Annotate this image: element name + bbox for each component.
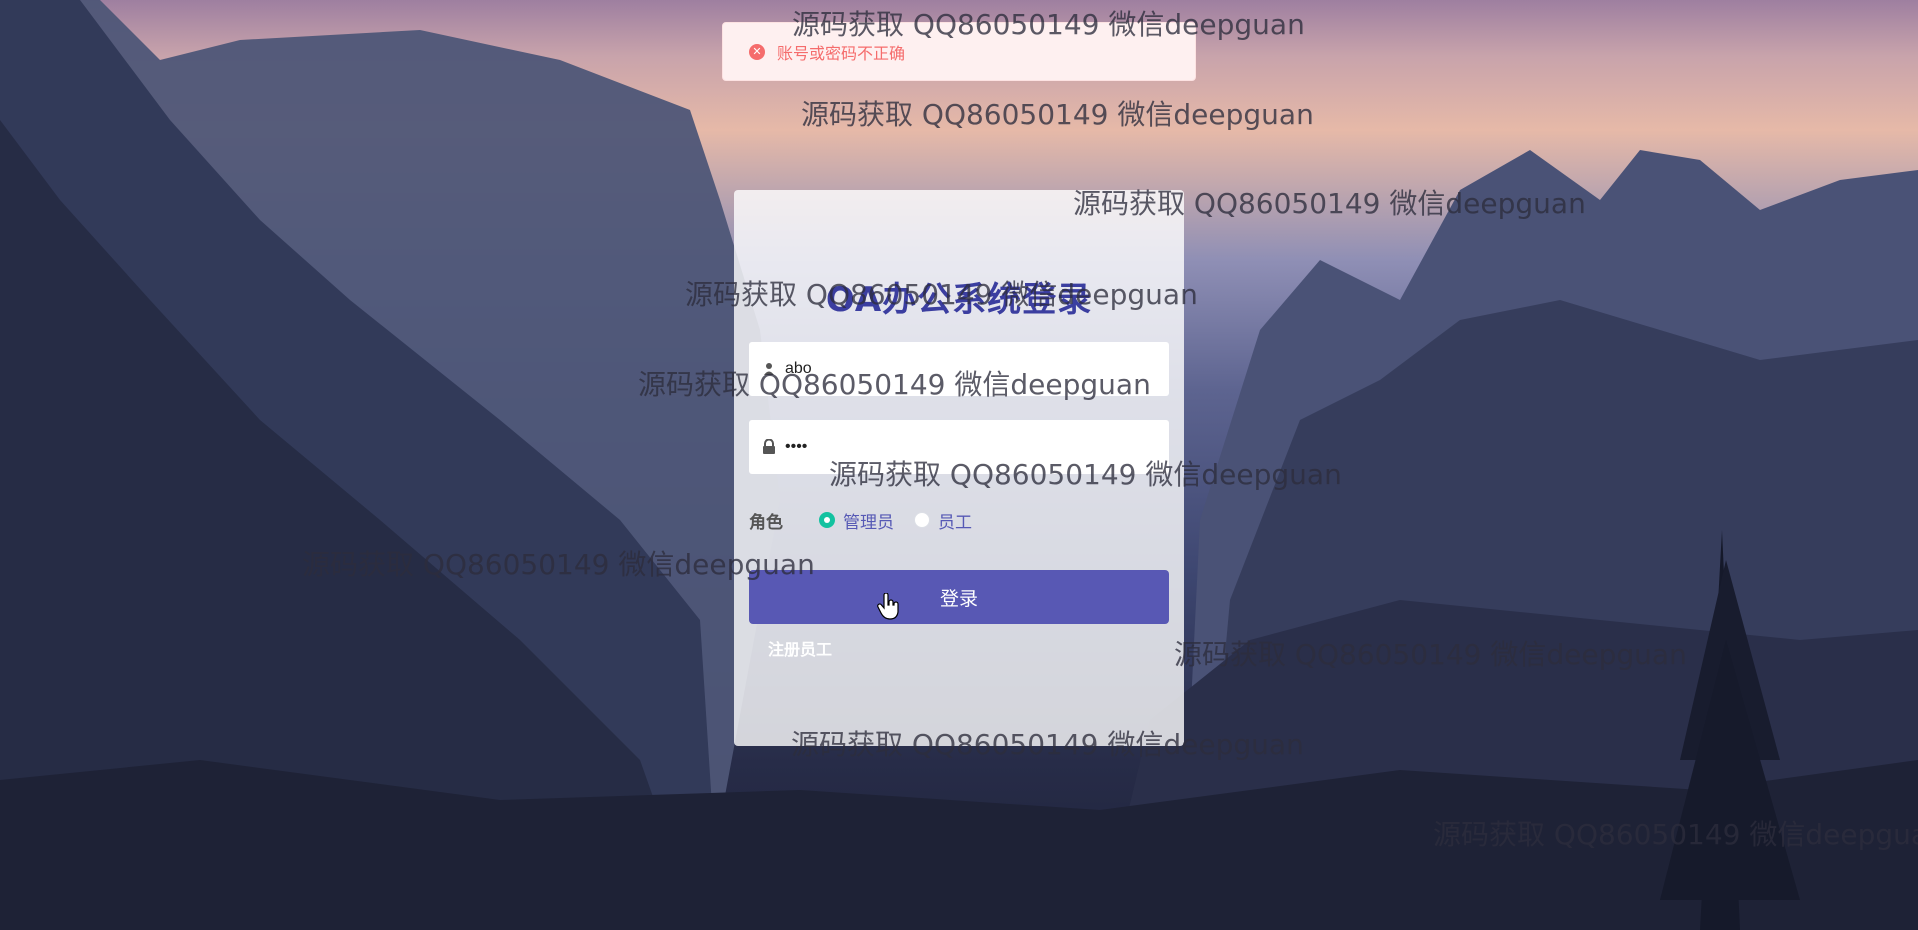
login-card: OA办公系统登录 abo •••• 角色 管理员 员工 登录 注册员工 xyxy=(734,190,1184,746)
role-option-label[interactable]: 管理员 xyxy=(843,508,894,533)
password-field[interactable]: •••• xyxy=(749,420,1169,474)
role-label: 角色 xyxy=(749,512,783,533)
password-value[interactable]: •••• xyxy=(785,438,807,456)
radio-dot[interactable] xyxy=(819,512,835,528)
error-circle-icon: ✕ xyxy=(749,43,765,60)
role-radio-admin[interactable]: 管理员 xyxy=(819,508,894,533)
lock-icon xyxy=(761,439,777,455)
role-radio-employee[interactable]: 员工 xyxy=(914,508,972,533)
hand-cursor-icon xyxy=(877,592,899,625)
role-option-label[interactable]: 员工 xyxy=(938,508,972,533)
login-title: OA办公系统登录 xyxy=(825,280,1093,320)
toast-message: 账号或密码不正确 xyxy=(777,43,906,63)
username-field[interactable]: abo xyxy=(749,342,1169,396)
error-toast: ✕ 账号或密码不正确 xyxy=(722,22,1196,81)
user-icon xyxy=(761,361,777,377)
login-button[interactable]: 登录 xyxy=(749,570,1169,624)
username-value[interactable]: abo xyxy=(785,360,812,378)
radio-dot[interactable] xyxy=(914,512,930,528)
role-selector: 角色 管理员 员工 xyxy=(749,502,992,538)
register-employee-link[interactable]: 注册员工 xyxy=(768,636,832,660)
